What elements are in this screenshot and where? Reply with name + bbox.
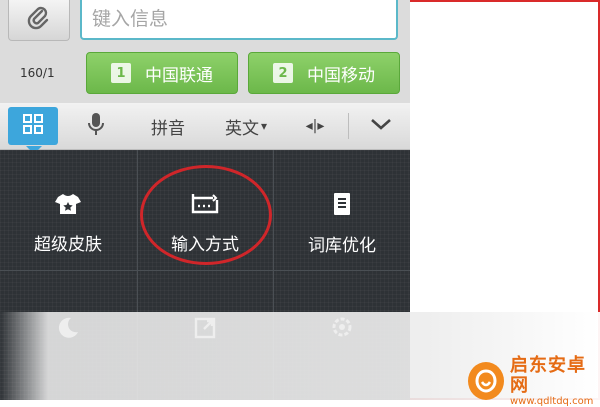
keyboard-toolbar: 拼音 英文 ▾ ◂|▸ (0, 103, 410, 150)
menu-item-lexicon-optimize[interactable]: 词库优化 (274, 178, 410, 268)
char-counter: 160/1 (20, 66, 55, 80)
highlight-annotation (140, 165, 272, 265)
watermark-title: 启东安卓网 (510, 355, 586, 396)
english-label: 英文 (224, 118, 259, 139)
watermark-logo-icon (468, 362, 504, 401)
panel-divider (0, 270, 410, 271)
paperclip-icon (26, 5, 52, 35)
pinyin-button[interactable]: 拼音 (140, 103, 196, 149)
message-input[interactable] (80, 0, 398, 40)
send-sim2-button[interactable]: 2 中国移动 (248, 52, 400, 94)
dropdown-arrow-icon: ▾ (260, 119, 268, 133)
sim1-badge: 1 (111, 63, 131, 83)
sim2-badge: 2 (273, 63, 293, 83)
toolbar-divider (348, 113, 349, 139)
send-sim1-button[interactable]: 1 中国联通 (86, 52, 238, 94)
microphone-icon (87, 111, 105, 142)
chevron-down-icon (369, 116, 393, 137)
english-dropdown[interactable]: 英文 ▾ (214, 103, 278, 149)
cursor-move-icon: ◂|▸ (305, 118, 325, 134)
menu-item-label: 超级皮肤 (34, 234, 102, 255)
menu-item-super-skin[interactable]: 超级皮肤 (0, 178, 136, 268)
pinyin-label: 拼音 (151, 118, 185, 139)
collapse-keyboard-button[interactable] (356, 103, 406, 149)
voice-input-button[interactable] (74, 103, 118, 149)
sim1-label: 中国联通 (145, 65, 213, 86)
menu-item-label: 词库优化 (308, 235, 376, 256)
attach-button[interactable] (8, 0, 70, 41)
sim2-label: 中国移动 (307, 65, 375, 86)
menu-grid-button[interactable] (6, 103, 60, 149)
site-watermark: 启东安卓网 www.qdltdq.com (468, 356, 600, 407)
shirt-icon (54, 192, 82, 220)
grid-icon (22, 113, 44, 140)
compose-area: 160/1 1 中国联通 2 中国移动 (0, 0, 410, 103)
cursor-move-button[interactable]: ◂|▸ (290, 103, 340, 149)
watermark-url: www.qdltdq.com (510, 395, 594, 407)
book-icon (330, 191, 354, 221)
